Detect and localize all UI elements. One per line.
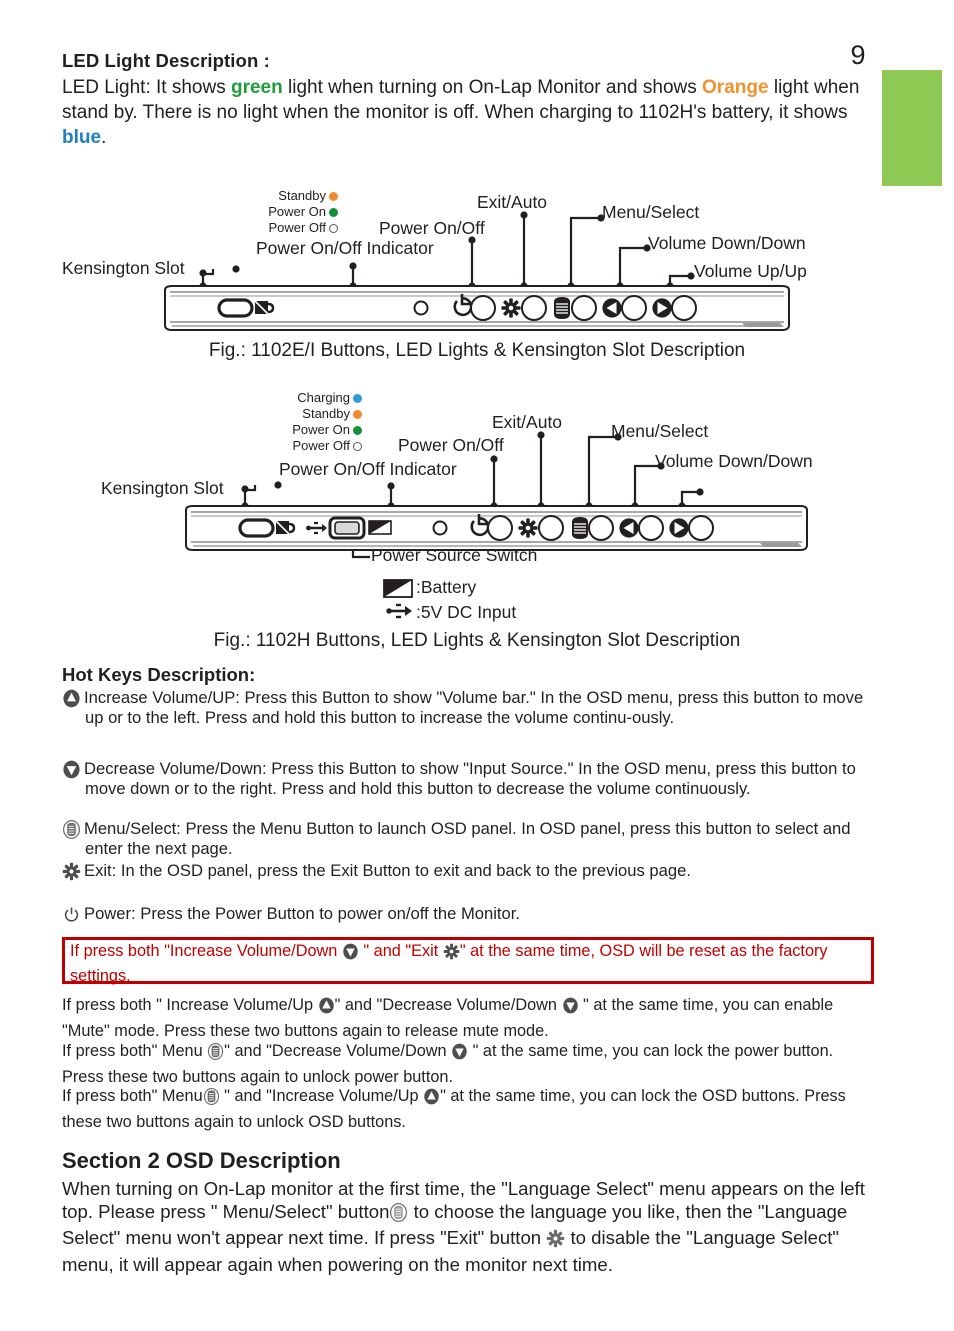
key-dc-input-icon xyxy=(386,603,412,619)
volume-down-button-1102h xyxy=(619,515,664,541)
volume-down-icon xyxy=(562,997,579,1021)
warning-part-2: " and "Exit xyxy=(358,942,443,960)
power-source-switch-icon xyxy=(328,516,366,540)
gear-exit-icon xyxy=(546,1229,565,1254)
note-part-1: If press both" Menu xyxy=(62,1087,203,1105)
hotkey-item-power: Power: Press the Power Button to power o… xyxy=(62,904,874,929)
note-lock-power-button: If press both" Menu " and "Decrease Volu… xyxy=(62,1041,874,1088)
note-part-2: " and "Increase Volume/Up xyxy=(219,1087,424,1105)
hotkey-item-exit: Exit: In the OSD panel, press the Exit B… xyxy=(62,861,874,886)
warning-part-1: If press both "Increase Volume/Down xyxy=(70,942,342,960)
note-part-1: If press both" Menu xyxy=(62,1042,208,1060)
hotkey-text: Menu/Select: Press the Menu Button to la… xyxy=(84,819,851,858)
power-led-indicator-icon xyxy=(432,520,448,536)
volume-up-icon xyxy=(318,997,335,1021)
volume-up-button-1102h xyxy=(669,515,714,541)
note-part-2: " and "Decrease Volume/Down xyxy=(334,996,562,1014)
menu-icon xyxy=(203,1088,220,1112)
note-part-2: " and "Decrease Volume/Down xyxy=(224,1042,452,1060)
menu-icon xyxy=(389,1202,408,1228)
section2-title: Section 2 OSD Description xyxy=(62,1148,341,1173)
hotkey-item-increase-volume: Increase Volume/UP: Press this Button to… xyxy=(62,688,874,727)
hotkey-item-decrease-volume: Decrease Volume/Down: Press this Button … xyxy=(62,759,874,798)
volume-down-icon xyxy=(451,1043,468,1067)
hot-keys-title: Hot Keys Description: xyxy=(62,664,256,685)
volume-up-icon xyxy=(423,1088,440,1112)
factory-reset-warning-text: If press both "Increase Volume/Down " an… xyxy=(66,940,870,987)
volume-up-icon xyxy=(62,689,84,713)
power-icon xyxy=(62,905,84,929)
menu-icon xyxy=(207,1043,224,1067)
volume-down-icon xyxy=(62,760,84,784)
document-page: 9 LED Light Description : LED Light: It … xyxy=(0,0,954,1331)
hotkey-text: Exit: In the OSD panel, press the Exit B… xyxy=(84,861,691,880)
menu-button-1102h xyxy=(572,515,614,541)
figure2-drawing xyxy=(185,431,808,619)
kensington-slot-icon xyxy=(238,518,296,538)
note-mute-mode: If press both " Increase Volume/Up " and… xyxy=(62,995,874,1042)
key-battery-icon xyxy=(383,579,413,598)
section2-body: When turning on On-Lap monitor at the fi… xyxy=(62,1178,874,1276)
hotkey-item-menu-select: Menu/Select: Press the Menu Button to la… xyxy=(62,819,874,858)
menu-icon xyxy=(62,820,84,844)
hotkey-text: Power: Press the Power Button to power o… xyxy=(84,904,520,923)
hotkey-text: Increase Volume/UP: Press this Button to… xyxy=(84,688,864,727)
gear-exit-icon xyxy=(443,943,460,966)
volume-down-icon xyxy=(342,943,359,966)
battery-icon xyxy=(368,520,392,535)
figure2-caption: Fig.: 1102H Buttons, LED Lights & Kensin… xyxy=(213,630,741,651)
note-part-1: If press both " Increase Volume/Up xyxy=(62,996,318,1014)
note-lock-osd-buttons: If press both" Menu " and "Increase Volu… xyxy=(62,1086,874,1133)
hotkey-text: Decrease Volume/Down: Press this Button … xyxy=(84,759,856,798)
gear-exit-icon xyxy=(62,862,84,886)
